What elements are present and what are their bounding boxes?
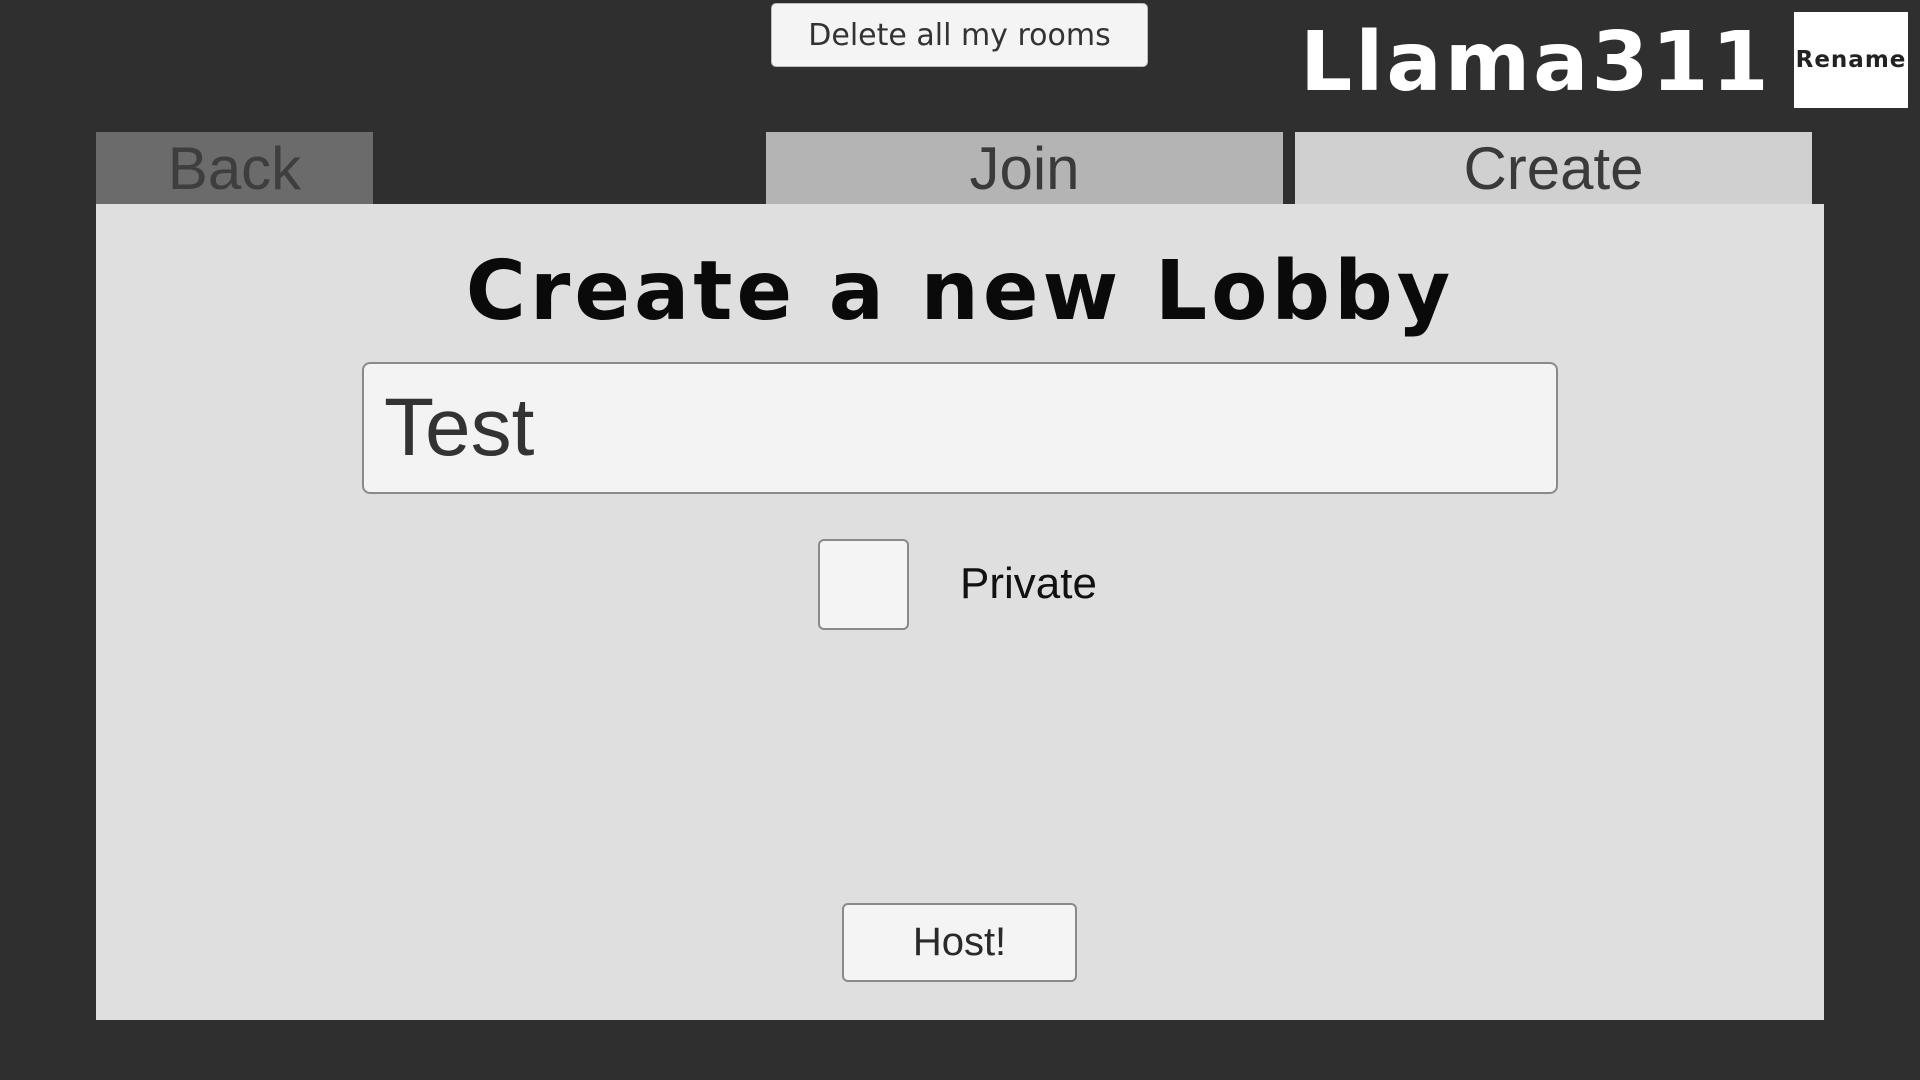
panel-title: Create a new Lobby: [465, 244, 1455, 339]
create-lobby-panel: Create a new Lobby Private Host!: [96, 204, 1824, 1020]
username-display: Llama311: [1300, 15, 1772, 110]
tab-back[interactable]: Back: [96, 132, 373, 204]
tab-join[interactable]: Join: [766, 132, 1283, 204]
rename-button[interactable]: Rename: [1794, 12, 1908, 108]
tab-create[interactable]: Create: [1295, 132, 1812, 204]
lobby-name-input[interactable]: [362, 362, 1558, 494]
private-label: Private: [960, 559, 1097, 608]
delete-all-rooms-button[interactable]: Delete all my rooms: [771, 3, 1148, 67]
private-checkbox[interactable]: [818, 539, 909, 630]
host-button[interactable]: Host!: [842, 903, 1077, 982]
lobby-screen: Delete all my rooms Llama311 Rename Back…: [0, 0, 1920, 1080]
